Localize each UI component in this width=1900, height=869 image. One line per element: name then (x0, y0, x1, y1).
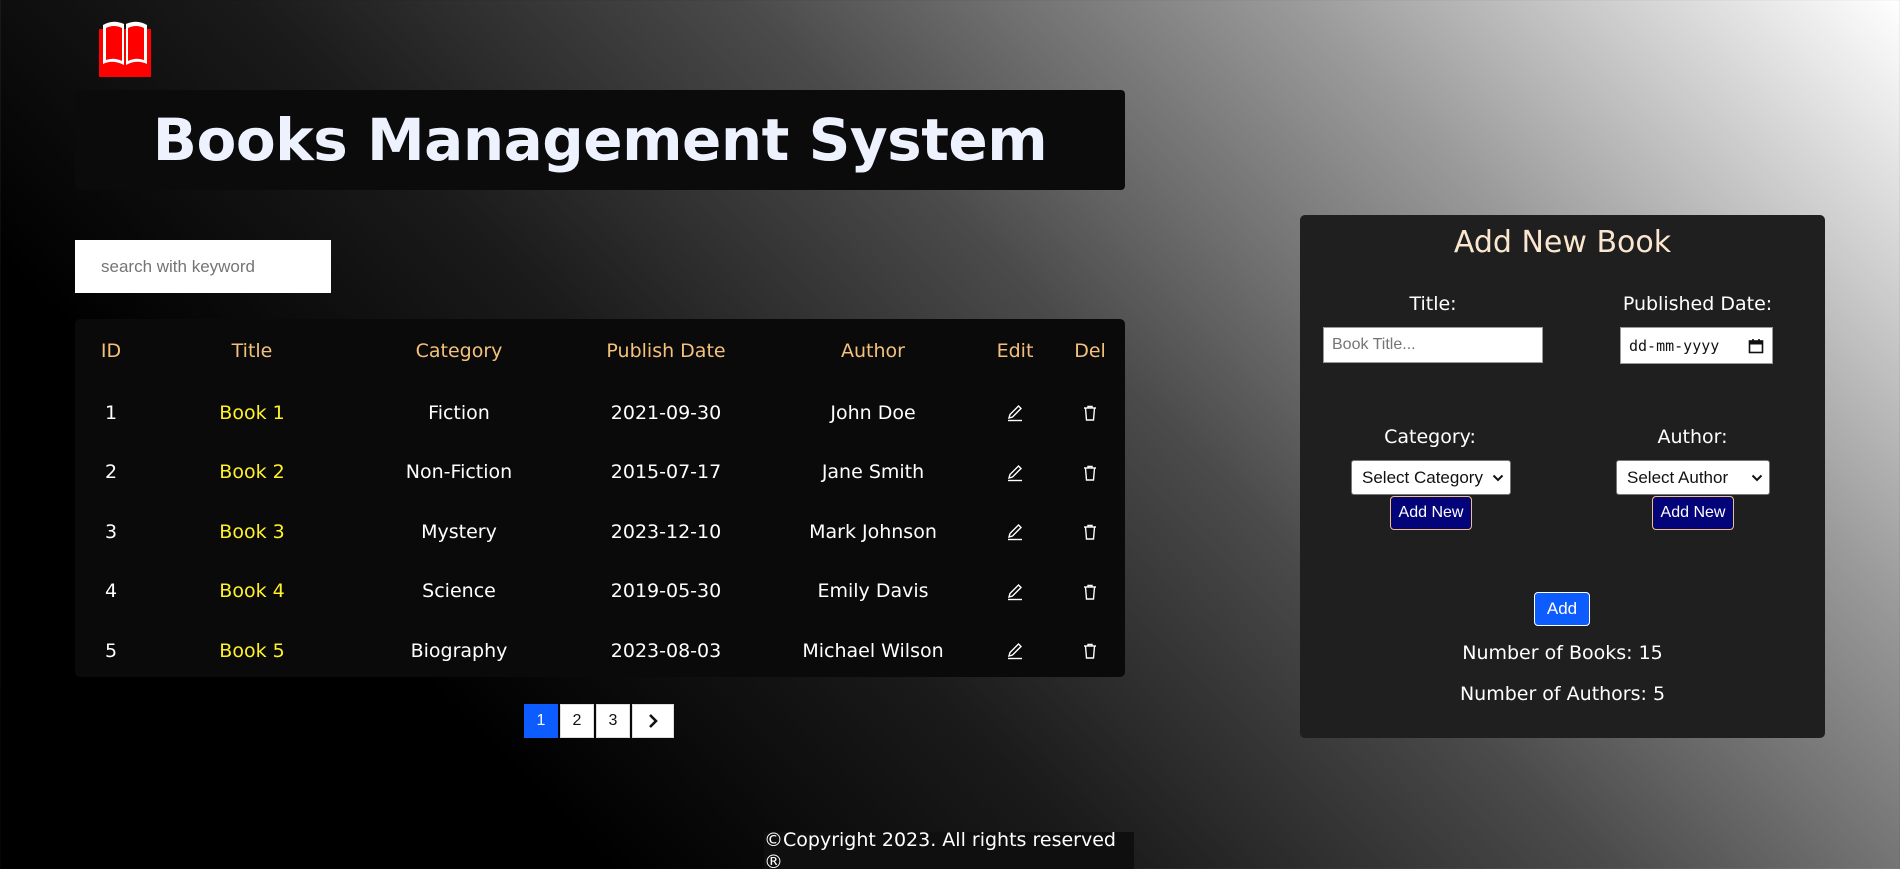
cell-category: Biography (410, 639, 508, 662)
published-date-input[interactable]: dd-mm-yyyy (1620, 327, 1773, 364)
page-title: Books Management System (152, 106, 1048, 174)
trash-icon[interactable] (1081, 464, 1099, 482)
cell-title-link[interactable]: Book 1 (147, 383, 357, 443)
chevron-down-icon (1492, 474, 1504, 481)
trash-icon[interactable] (1081, 404, 1099, 422)
cell-id: 2 (104, 461, 118, 484)
column-header-id: ID (100, 340, 122, 362)
footer-copyright: ©Copyright 2023. All rights reserved ® (764, 829, 1134, 869)
cell-publish-date: 2023-12-10 (610, 520, 722, 543)
cell-author: Mark Johnson (809, 520, 937, 543)
published-date-label: Published Date: (1622, 293, 1773, 315)
cell-title-link[interactable]: Book 2 (147, 443, 357, 503)
add-new-category-button[interactable]: Add New (1390, 496, 1472, 530)
authors-count: Number of Authors: 5 (1459, 683, 1666, 705)
cell-category: Mystery (421, 520, 497, 543)
category-select-value: Select Category (1362, 467, 1483, 487)
pencil-icon[interactable] (1006, 523, 1024, 541)
title-banner: Books Management System (75, 90, 1125, 190)
trash-icon[interactable] (1081, 583, 1099, 601)
cell-publish-date: 2019-05-30 (610, 580, 722, 603)
book-logo-icon (99, 19, 151, 77)
table-row: 2 Book 2 Non-Fiction 2015-07-17 Jane Smi… (75, 443, 1125, 503)
cell-publish-date: 2023-08-03 (610, 639, 722, 662)
page-button-2[interactable]: 2 (560, 704, 594, 738)
title-label: Title: (1409, 293, 1457, 315)
page-button-3[interactable]: 3 (596, 704, 630, 738)
table-row: 5 Book 5 Biography 2023-08-03 Michael Wi… (75, 621, 1125, 681)
book-title-input[interactable] (1323, 327, 1543, 363)
page-button-1[interactable]: 1 (524, 704, 558, 738)
table-header-row: ID Title Category Publish Date Author Ed… (75, 319, 1125, 383)
pencil-icon[interactable] (1006, 404, 1024, 422)
table-row: 1 Book 1 Fiction 2021-09-30 John Doe (75, 383, 1125, 443)
author-select[interactable]: Select Author (1616, 460, 1770, 495)
date-placeholder: dd-mm-yyyy (1629, 336, 1720, 355)
cell-title-link[interactable]: Book 5 (147, 621, 357, 681)
cell-publish-date: 2021-09-30 (610, 401, 722, 424)
chevron-down-icon (1751, 474, 1763, 481)
add-book-heading: Add New Book (1453, 225, 1672, 260)
cell-author: Jane Smith (821, 461, 925, 484)
add-new-author-button[interactable]: Add New (1652, 496, 1734, 530)
author-label: Author: (1657, 426, 1728, 448)
cell-id: 1 (104, 401, 118, 424)
cell-author: Emily Davis (817, 580, 929, 603)
cell-publish-date: 2015-07-17 (610, 461, 722, 484)
trash-icon[interactable] (1081, 523, 1099, 541)
cell-id: 4 (104, 580, 118, 603)
cell-author: Michael Wilson (802, 639, 944, 662)
cell-category: Fiction (428, 401, 490, 424)
search-input[interactable] (75, 240, 331, 293)
pencil-icon[interactable] (1006, 464, 1024, 482)
cell-category: Science (422, 580, 496, 603)
chevron-right-icon (649, 714, 658, 728)
column-header-author: Author (841, 340, 905, 362)
next-page-button[interactable] (632, 704, 674, 738)
pencil-icon[interactable] (1006, 642, 1024, 660)
column-header-category: Category (415, 340, 503, 362)
add-book-button[interactable]: Add (1534, 592, 1590, 626)
cell-id: 3 (104, 520, 118, 543)
pencil-icon[interactable] (1006, 583, 1024, 601)
category-select[interactable]: Select Category (1351, 460, 1511, 495)
cell-id: 5 (104, 639, 118, 662)
column-header-title: Title (231, 340, 273, 362)
category-label: Category: (1384, 426, 1476, 448)
table-row: 4 Book 4 Science 2019-05-30 Emily Davis (75, 562, 1125, 622)
calendar-icon (1748, 338, 1764, 353)
add-book-panel: Add New Book Title: Published Date: dd-m… (1300, 215, 1825, 738)
table-row: 3 Book 3 Mystery 2023-12-10 Mark Johnson (75, 502, 1125, 562)
column-header-del: Del (1074, 340, 1106, 362)
column-header-edit: Edit (996, 340, 1034, 362)
trash-icon[interactable] (1081, 642, 1099, 660)
cell-title-link[interactable]: Book 3 (147, 502, 357, 562)
pagination: 1 2 3 (524, 704, 674, 738)
author-select-value: Select Author (1627, 467, 1729, 487)
books-count: Number of Books: 15 (1462, 642, 1663, 664)
cell-title-link[interactable]: Book 4 (147, 562, 357, 622)
column-header-publish-date: Publish Date (606, 340, 726, 362)
cell-category: Non-Fiction (405, 461, 513, 484)
books-table: ID Title Category Publish Date Author Ed… (75, 319, 1125, 677)
cell-author: John Doe (830, 401, 916, 424)
